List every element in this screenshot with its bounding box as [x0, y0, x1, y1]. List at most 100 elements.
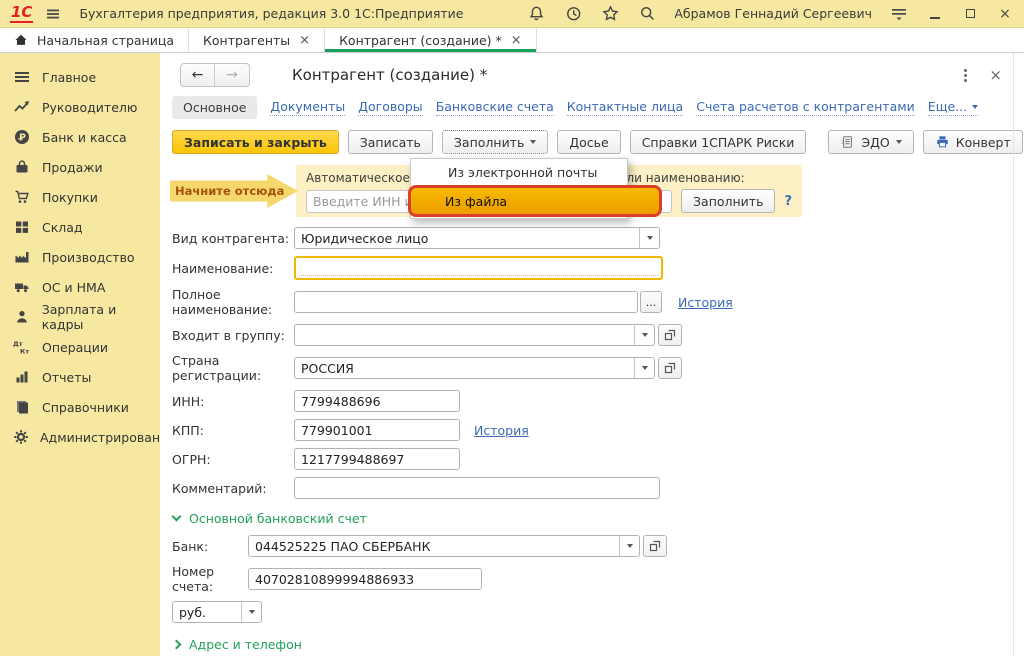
close-form-button[interactable]: ×	[989, 66, 1002, 84]
sidebar-item-warehouse[interactable]: Склад	[0, 212, 160, 242]
briefcase-icon	[13, 159, 31, 175]
titlebar: 1С Бухгалтерия предприятия, редакция 3.0…	[0, 0, 1024, 28]
navtab-settlement-accounts[interactable]: Счета расчетов с контрагентами	[696, 99, 915, 116]
sidebar-item-os-nma[interactable]: ОС и НМА	[0, 272, 160, 302]
navtab-main[interactable]: Основное	[172, 96, 257, 119]
bank-label: Банк:	[172, 539, 248, 554]
forward-button[interactable]: →	[215, 64, 249, 86]
group-open-button[interactable]	[658, 324, 682, 346]
kpp-input[interactable]	[294, 419, 460, 441]
menu-lines-icon	[13, 69, 31, 85]
tab-close-icon[interactable]: ×	[299, 34, 310, 47]
app-title: Бухгалтерия предприятия, редакция 3.0 1С…	[79, 6, 463, 21]
sidebar-item-label: Производство	[42, 250, 135, 265]
sidebar-item-manager[interactable]: Руководителю	[0, 92, 160, 122]
full-name-input[interactable]	[294, 291, 638, 313]
save-button[interactable]: Записать	[348, 130, 433, 154]
bank-select[interactable]: 044525225 ПАО СБЕРБАНК	[248, 535, 640, 557]
sidebar-item-label: Руководителю	[42, 100, 137, 115]
chevron-down-icon	[896, 140, 902, 144]
form-toolbar: Записать и закрыть Записать Заполнить До…	[160, 121, 1024, 154]
tabbar: Начальная страница Контрагенты × Контраг…	[0, 28, 1024, 53]
country-label: Страна регистрации:	[172, 353, 294, 383]
sidebar-item-directories[interactable]: Справочники	[0, 392, 160, 422]
scrollbar-track[interactable]	[1013, 53, 1014, 656]
dossier-button[interactable]: Досье	[557, 130, 620, 154]
fill-button[interactable]: Заполнить	[442, 130, 548, 154]
maximize-button[interactable]	[961, 5, 979, 23]
group-label: Входит в группу:	[172, 328, 294, 343]
inn-input[interactable]	[294, 390, 460, 412]
main-menu-icon[interactable]	[43, 4, 63, 24]
kpp-label: КПП:	[172, 423, 294, 438]
bank-section-toggle[interactable]: Основной банковский счет	[160, 506, 1024, 535]
sidebar-item-main[interactable]: Главное	[0, 62, 160, 92]
account-input[interactable]	[248, 568, 482, 590]
comment-input[interactable]	[294, 477, 660, 499]
kind-select[interactable]: Юридическое лицо	[294, 227, 660, 249]
sidebar-item-label: Склад	[42, 220, 83, 235]
navtab-contacts[interactable]: Контактные лица	[567, 99, 683, 116]
tab-kontragent-create[interactable]: Контрагент (создание) * ×	[325, 28, 537, 52]
navtab-more[interactable]: Еще...	[928, 99, 978, 116]
edo-button[interactable]: ЭДО	[828, 130, 913, 154]
tab-home[interactable]: Начальная страница	[0, 28, 189, 52]
sidebar-item-reports[interactable]: Отчеты	[0, 362, 160, 392]
sidebar-item-operations[interactable]: ДтКт Операции	[0, 332, 160, 362]
sidebar-item-administration[interactable]: Администрирование	[0, 422, 160, 452]
bell-icon[interactable]	[526, 4, 546, 24]
search-icon[interactable]	[637, 4, 657, 24]
dropdown-arrow-icon	[634, 325, 654, 345]
dropdown-arrow-icon	[241, 602, 261, 622]
person-icon	[13, 309, 31, 325]
ogrn-label: ОГРН:	[172, 452, 294, 467]
tab-kontragenty[interactable]: Контрагенты ×	[189, 28, 325, 52]
hint-fill-button[interactable]: Заполнить	[681, 189, 775, 213]
currency-select[interactable]: руб.	[172, 601, 262, 623]
chevron-right-icon	[172, 639, 182, 649]
kpp-history-link[interactable]: История	[474, 423, 529, 438]
sidebar-item-label: Покупки	[42, 190, 98, 205]
country-select[interactable]: РОССИЯ	[294, 357, 655, 379]
save-and-close-button[interactable]: Записать и закрыть	[172, 130, 339, 154]
sidebar-item-label: Зарплата и кадры	[42, 302, 160, 332]
ogrn-input[interactable]	[294, 448, 460, 470]
full-name-history-link[interactable]: История	[678, 295, 733, 310]
close-window-button[interactable]: ×	[996, 5, 1014, 23]
spark-risks-button[interactable]: Справки 1СПАРК Риски	[630, 130, 807, 154]
name-input[interactable]	[294, 256, 663, 280]
sidebar-item-salary-hr[interactable]: Зарплата и кадры	[0, 302, 160, 332]
sidebar-item-purchases[interactable]: Покупки	[0, 182, 160, 212]
navtab-contracts[interactable]: Договоры	[358, 99, 422, 116]
country-open-button[interactable]	[658, 357, 682, 379]
history-icon[interactable]	[563, 4, 583, 24]
address-phone-toggle[interactable]: Адрес и телефон	[160, 630, 1024, 656]
menu-item-from-file[interactable]: Из файла	[408, 185, 662, 217]
service-settings-icon[interactable]	[889, 4, 909, 24]
sidebar-item-bank-cash[interactable]: Р Банк и касса	[0, 122, 160, 152]
sidebar-item-sales[interactable]: Продажи	[0, 152, 160, 182]
bank-open-button[interactable]	[643, 535, 667, 557]
gear-icon	[13, 429, 29, 445]
full-name-more-button[interactable]: ...	[640, 291, 662, 313]
navtab-bank-accounts[interactable]: Банковские счета	[436, 99, 554, 116]
form-nav-tabs: Основное Документы Договоры Банковские с…	[160, 87, 1024, 121]
sidebar-item-production[interactable]: Производство	[0, 242, 160, 272]
dt-kt-icon: ДтКт	[13, 339, 31, 355]
navtab-documents[interactable]: Документы	[270, 99, 345, 116]
sidebar-item-label: ОС и НМА	[42, 280, 105, 295]
document-stack-icon	[840, 135, 855, 149]
more-menu-icon[interactable]	[964, 69, 967, 72]
books-icon	[13, 399, 31, 415]
sidebar-item-label: Отчеты	[42, 370, 91, 385]
user-name: Абрамов Геннадий Сергеевич	[674, 6, 872, 21]
svg-text:Р: Р	[19, 132, 26, 143]
tab-close-icon[interactable]: ×	[511, 34, 522, 47]
hint-help-link[interactable]: ?	[784, 194, 792, 209]
menu-item-from-email[interactable]: Из электронной почты	[411, 159, 627, 187]
group-select[interactable]	[294, 324, 655, 346]
star-icon[interactable]	[600, 4, 620, 24]
minimize-button[interactable]	[926, 5, 944, 23]
envelope-button[interactable]: Конверт	[923, 130, 1023, 154]
back-button[interactable]: ←	[181, 64, 215, 86]
